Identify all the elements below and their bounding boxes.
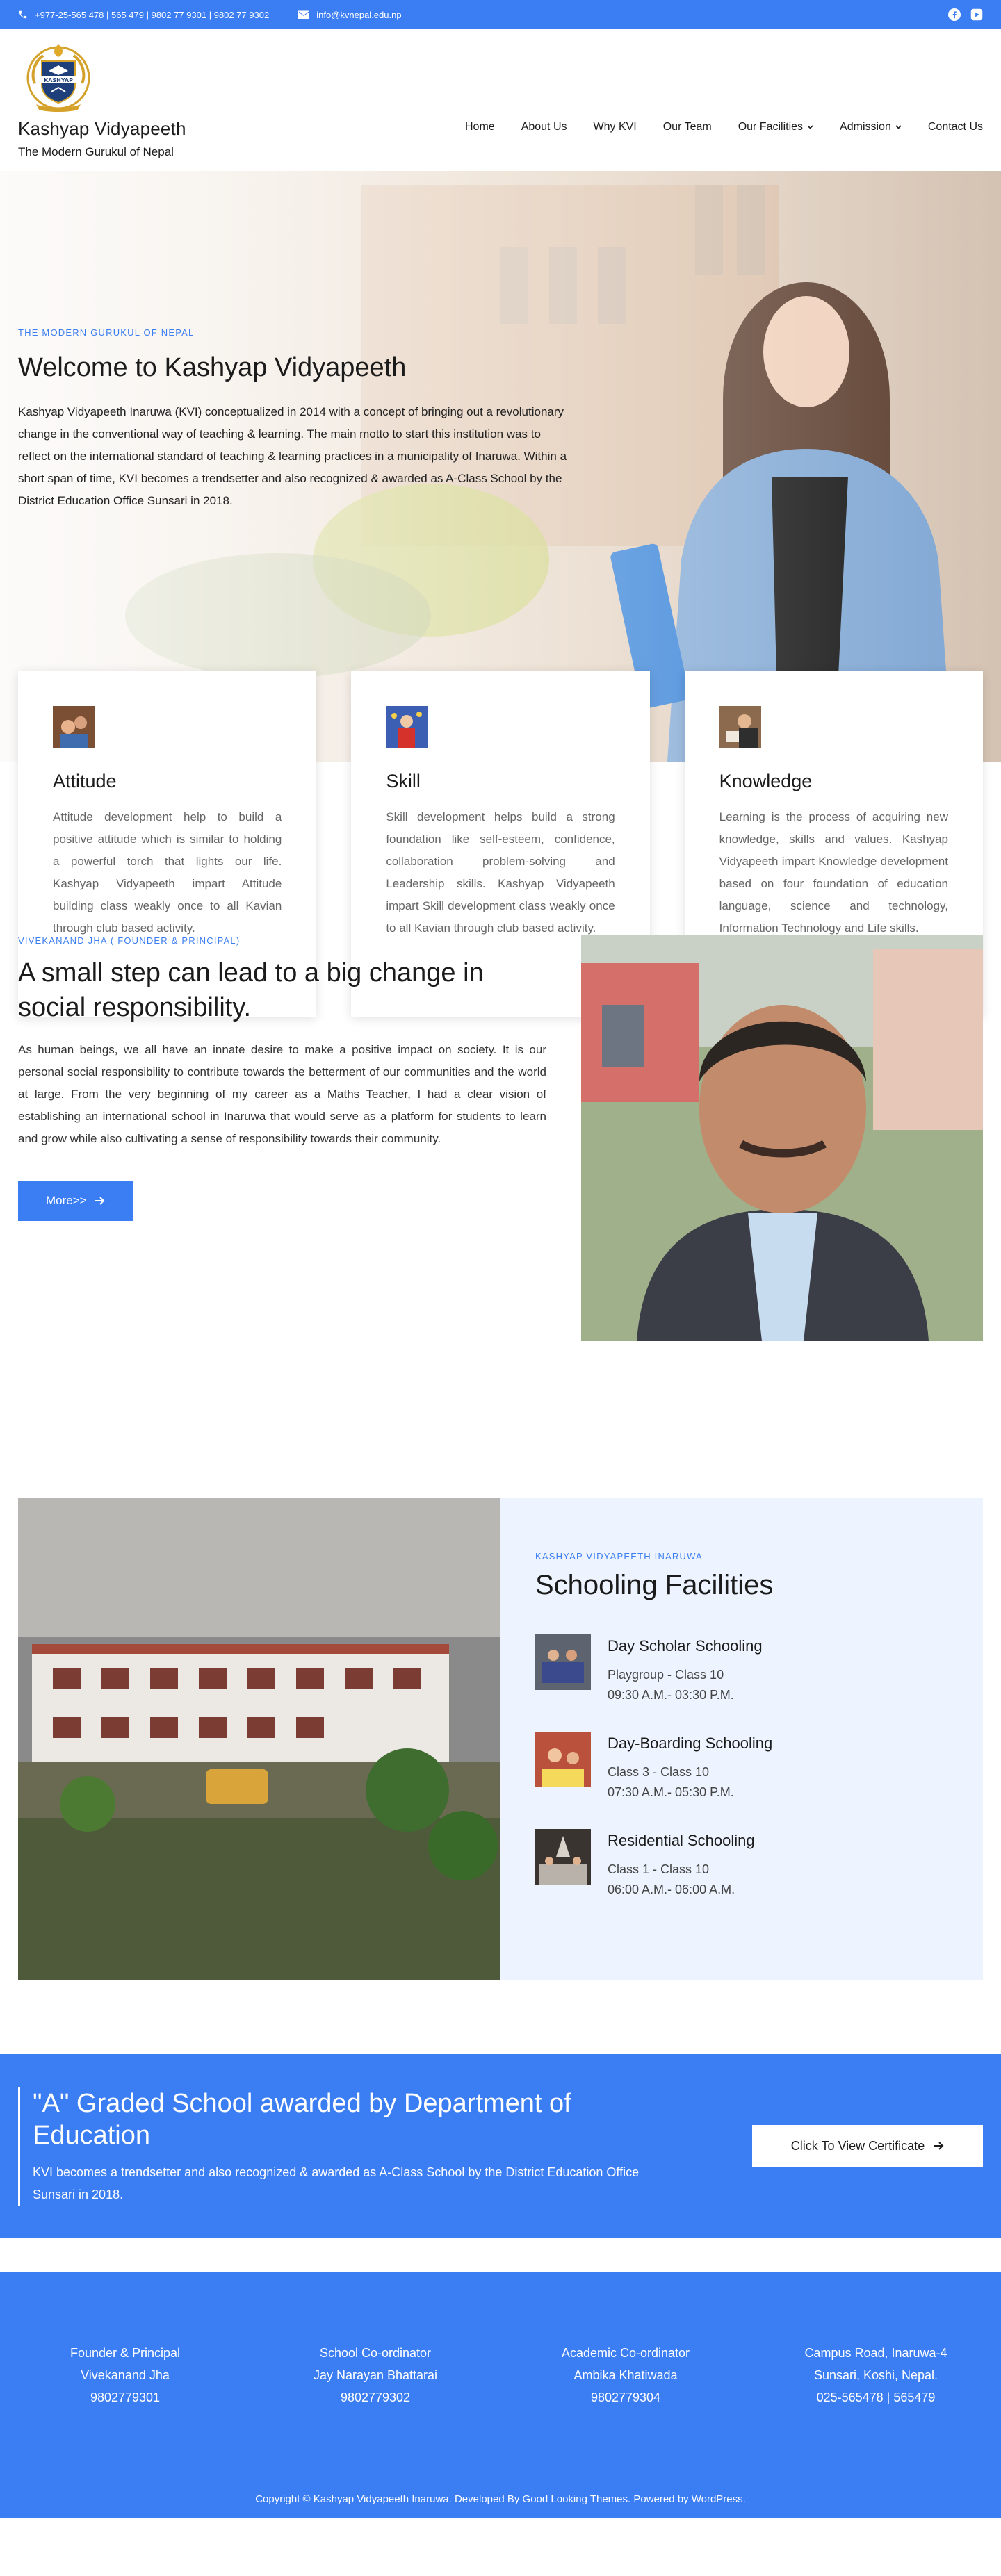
nav-admission[interactable]: Admission xyxy=(827,121,915,133)
contact-phone[interactable]: 9802779302 xyxy=(250,2386,500,2409)
award-banner: "A" Graded School awarded by Department … xyxy=(0,2054,1001,2238)
facilities-panel: KASHYAP VIDYAPEETH INARUWA Schooling Fac… xyxy=(500,1498,983,1980)
facility-item: Day Scholar Schooling Playgroup - Class … xyxy=(535,1634,948,1703)
award-title: "A" Graded School awarded by Department … xyxy=(33,2089,571,2150)
facebook-icon[interactable] xyxy=(948,8,961,21)
card-title: Skill xyxy=(386,771,421,791)
chevron-down-icon xyxy=(895,125,902,129)
footer-contact-academic: Academic Co-ordinator Ambika Khatiwada 9… xyxy=(500,2342,751,2409)
founder-title: A small step can lead to a big change in… xyxy=(18,958,484,1022)
facility-time: 06:00 A.M.- 06:00 A.M. xyxy=(608,1882,735,1896)
schooling-section: KASHYAP VIDYAPEETH INARUWA Schooling Fac… xyxy=(0,1498,1001,1985)
email-link[interactable]: info@kvnepal.edu.np xyxy=(316,10,401,20)
card-title: Attitude xyxy=(53,771,117,791)
email-info: info@kvnepal.edu.np xyxy=(298,10,402,20)
footer-address: Campus Road, Inaruwa-4 Sunsari, Koshi, N… xyxy=(751,2342,1001,2409)
facility-time: 07:30 A.M.- 05:30 P.M. xyxy=(608,1785,734,1799)
more-button[interactable]: More>> xyxy=(18,1181,133,1221)
view-certificate-button[interactable]: Click To View Certificate xyxy=(752,2125,983,2167)
contact-name: Ambika Khatiwada xyxy=(573,2368,678,2382)
more-button-label: More>> xyxy=(46,1194,87,1207)
facility-classes: Class 1 - Class 10 xyxy=(608,1862,710,1876)
nav-our-facilities[interactable]: Our Facilities xyxy=(725,121,827,133)
hero-section: THE MODERN GURUKUL OF NEPAL Welcome to K… xyxy=(0,171,1001,1017)
school-logo[interactable]: KASHYAP xyxy=(21,40,96,115)
founder-text: VIVEKANAND JHA ( FOUNDER & PRINCIPAL) A … xyxy=(18,935,546,1221)
site-tagline: The Modern Gurukul of Nepal xyxy=(18,145,174,158)
nav-home[interactable]: Home xyxy=(452,121,508,133)
founder-photo xyxy=(581,935,983,1341)
facility-title: Residential Schooling xyxy=(608,1832,755,1849)
view-certificate-label: Click To View Certificate xyxy=(790,2138,925,2153)
phone-icon xyxy=(19,10,27,19)
site-header: KASHYAP Kashyap Vidyapeeth The Modern Gu… xyxy=(0,29,1001,171)
contact-name: Jay Narayan Bhattarai xyxy=(313,2368,438,2382)
schooling-eyebrow: KASHYAP VIDYAPEETH INARUWA xyxy=(535,1551,703,1561)
day-boarding-image xyxy=(535,1732,591,1787)
contact-role: Founder & Principal xyxy=(70,2346,181,2360)
logo-lettering: KASHYAP xyxy=(44,77,73,83)
copyright: Copyright © Kashyap Vidyapeeth Inaruwa. … xyxy=(255,2493,746,2505)
youtube-icon[interactable] xyxy=(970,8,983,21)
award-text: "A" Graded School awarded by Department … xyxy=(18,2087,644,2206)
top-bar: +977-25-565 478 | 565 479 | 9802 77 9301… xyxy=(0,0,1001,29)
brand: Kashyap Vidyapeeth The Modern Gurukul of… xyxy=(18,118,186,159)
skill-image xyxy=(386,706,428,748)
knowledge-image xyxy=(719,706,761,748)
facility-title: Day Scholar Schooling xyxy=(608,1637,763,1655)
site-footer: Founder & Principal Vivekanand Jha 98027… xyxy=(0,2272,1001,2518)
address-line: Sunsari, Koshi, Nepal. xyxy=(813,2368,938,2382)
contact-name: Vivekanand Jha xyxy=(81,2368,170,2382)
nav-why-kvi[interactable]: Why KVI xyxy=(580,121,650,133)
phone-text[interactable]: +977-25-565 478 | 565 479 | 9802 77 9301… xyxy=(35,10,269,20)
facility-time: 09:30 A.M.- 03:30 P.M. xyxy=(608,1688,734,1702)
nav-our-team[interactable]: Our Team xyxy=(650,121,725,133)
facility-classes: Playgroup - Class 10 xyxy=(608,1668,724,1682)
contact-phone[interactable]: 9802779301 xyxy=(0,2386,250,2409)
address-phone[interactable]: 025-565478 | 565479 xyxy=(751,2386,1001,2409)
facility-classes: Class 3 - Class 10 xyxy=(608,1765,710,1779)
site-title[interactable]: Kashyap Vidyapeeth xyxy=(18,118,186,140)
hero-description: Kashyap Vidyapeeth Inaruwa (KVI) concept… xyxy=(18,405,567,507)
arrow-right-icon xyxy=(934,2142,944,2150)
hero-text: THE MODERN GURUKUL OF NEPAL Welcome to K… xyxy=(18,327,567,512)
main-nav: Home About Us Why KVI Our Team Our Facil… xyxy=(452,121,983,133)
hero-title: Welcome to Kashyap Vidyapeeth xyxy=(18,353,407,382)
founder-section: VIVEKANAND JHA ( FOUNDER & PRINCIPAL) A … xyxy=(0,873,1001,1498)
mail-icon xyxy=(298,10,310,19)
chevron-down-icon xyxy=(807,125,813,129)
footer-contact-founder: Founder & Principal Vivekanand Jha 98027… xyxy=(0,2342,250,2409)
nav-about-us[interactable]: About Us xyxy=(508,121,580,133)
hero-eyebrow: THE MODERN GURUKUL OF NEPAL xyxy=(18,327,195,338)
phone-info: +977-25-565 478 | 565 479 | 9802 77 9301… xyxy=(18,10,269,20)
card-title: Knowledge xyxy=(719,771,813,791)
contact-phone[interactable]: 9802779304 xyxy=(500,2386,751,2409)
arrow-right-icon xyxy=(94,1197,105,1205)
schooling-title: Schooling Facilities xyxy=(535,1570,774,1600)
facility-title: Day-Boarding Schooling xyxy=(608,1734,773,1752)
founder-message: As human beings, we all have an innate d… xyxy=(18,1043,546,1145)
footer-contacts: Founder & Principal Vivekanand Jha 98027… xyxy=(0,2342,1001,2409)
school-building-photo xyxy=(18,1498,500,1980)
attitude-image xyxy=(53,706,95,748)
facility-item: Residential Schooling Class 1 - Class 10… xyxy=(535,1829,948,1897)
day-scholar-image xyxy=(535,1634,591,1690)
social-links xyxy=(948,8,983,21)
founder-eyebrow: VIVEKANAND JHA ( FOUNDER & PRINCIPAL) xyxy=(18,935,241,946)
nav-contact-us[interactable]: Contact Us xyxy=(915,121,983,133)
footer-contact-coordinator: School Co-ordinator Jay Narayan Bhattara… xyxy=(250,2342,500,2409)
residential-image xyxy=(535,1829,591,1885)
contact-role: Academic Co-ordinator xyxy=(561,2346,690,2360)
facility-item: Day-Boarding Schooling Class 3 - Class 1… xyxy=(535,1732,948,1800)
contact-role: School Co-ordinator xyxy=(319,2346,432,2360)
award-description: KVI becomes a trendsetter and also recog… xyxy=(33,2165,640,2201)
address-line: Campus Road, Inaruwa-4 xyxy=(804,2346,947,2360)
